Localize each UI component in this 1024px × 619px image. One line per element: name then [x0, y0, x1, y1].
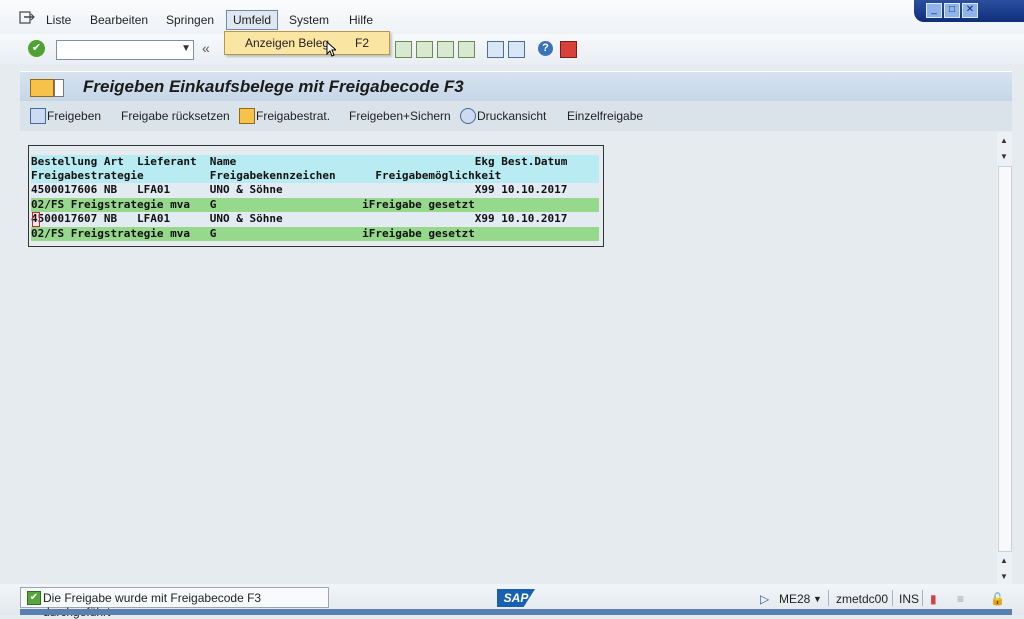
chevron-down-icon[interactable]: ▼: [181, 43, 191, 54]
page-up-icon[interactable]: ▼: [1000, 152, 1008, 161]
help-icon[interactable]: ?: [538, 41, 553, 56]
server-name: zmetdc00: [836, 592, 889, 606]
list-row[interactable]: 4500017606 NB LFA01 UNO & Söhne X99 10.1…: [31, 183, 599, 197]
lock-status-icon: ▮: [930, 592, 937, 606]
scroll-thumb[interactable]: [998, 166, 1012, 552]
menu-item-bearbeiten[interactable]: Bearbeiten: [90, 13, 148, 27]
menu-item-hilfe[interactable]: Hilfe: [349, 13, 373, 27]
new-session-icon[interactable]: [487, 41, 504, 58]
menu-item-anzeigen-beleg[interactable]: Anzeigen Beleg: [245, 36, 329, 50]
command-field[interactable]: ▼: [56, 40, 194, 60]
menu-item-system[interactable]: System: [289, 13, 329, 27]
menu-item-liste[interactable]: Liste: [46, 13, 71, 27]
page-down-icon[interactable]: ▲: [1000, 556, 1008, 565]
status-message-box[interactable]: ✔ Die Freigabe wurde mit Freigabecode F3…: [20, 587, 329, 619]
strategy-icon: [239, 108, 255, 124]
screen-title-bar: Freigeben Einkaufsbelege mit Freigabecod…: [20, 71, 1012, 102]
previous-page-icon[interactable]: [416, 41, 433, 58]
window-controls: _ □ ✕: [914, 0, 1024, 22]
enter-check-icon[interactable]: ✔: [28, 40, 45, 57]
freigabe-ruecksetzen-button[interactable]: Freigabe rücksetzen: [121, 109, 230, 123]
freigabestrat-button[interactable]: Freigabestrat.: [256, 109, 330, 123]
shortcut-icon[interactable]: [508, 41, 525, 58]
separator: [892, 590, 893, 606]
list-row[interactable]: 4500017607 NB LFA01 UNO & Söhne X99 10.1…: [31, 212, 599, 226]
separator: [922, 590, 923, 606]
scroll-up-icon[interactable]: ▲: [1000, 136, 1008, 145]
chevron-down-icon[interactable]: ▼: [813, 594, 822, 604]
success-check-icon: ✔: [27, 591, 41, 605]
document-icon: [30, 79, 54, 97]
scroll-down-icon[interactable]: ▼: [1000, 572, 1008, 581]
shortcut-label: F2: [355, 36, 370, 50]
close-icon[interactable]: ✕: [962, 3, 978, 18]
maximize-icon[interactable]: □: [944, 3, 960, 18]
list-header-1: Bestellung Art Lieferant Name Ekg Best.D…: [31, 155, 599, 169]
collapse-toolbar-icon[interactable]: «: [202, 40, 210, 56]
next-page-icon[interactable]: [437, 41, 454, 58]
unlock-icon: [30, 108, 46, 124]
menu-icon[interactable]: [19, 11, 35, 24]
freigeben-button[interactable]: Freigeben: [47, 109, 101, 123]
list-row[interactable]: 02/FS Freigstrategie mva G iFreigabe ges…: [31, 227, 599, 241]
window-bottom-border: [20, 609, 1012, 615]
list-row[interactable]: 02/FS Freigstrategie mva G iFreigabe ges…: [31, 198, 599, 212]
unlock-icon[interactable]: 🔓: [990, 592, 1005, 606]
page-icon: [54, 79, 64, 97]
separator: [828, 590, 829, 606]
release-list: Bestellung Art Lieferant Name Ekg Best.D…: [28, 145, 604, 247]
transaction-code: ME28: [779, 592, 811, 606]
connection-icon: ≡: [957, 592, 965, 606]
first-page-icon[interactable]: [395, 41, 412, 58]
menu-bar: Liste Bearbeiten Springen Umfeld System …: [0, 0, 1024, 34]
mouse-cursor-icon: [326, 41, 336, 57]
druckansicht-button[interactable]: Druckansicht: [477, 109, 546, 123]
layout-menu-icon[interactable]: [560, 41, 577, 58]
application-toolbar: Freigeben Freigabe rücksetzen Freigabest…: [20, 101, 1012, 131]
print-preview-icon: [460, 108, 476, 124]
minimize-icon[interactable]: _: [926, 3, 942, 18]
text-cursor: [32, 212, 40, 227]
einzelfreigabe-button[interactable]: Einzelfreigabe: [567, 109, 643, 123]
freigeben-sichern-button[interactable]: Freigeben+Sichern: [349, 109, 451, 123]
menu-item-umfeld[interactable]: Umfeld: [226, 10, 279, 30]
page-title: Freigeben Einkaufsbelege mit Freigabecod…: [83, 77, 464, 96]
list-header-2: Freigabestrategie Freigabekennzeichen Fr…: [31, 169, 599, 183]
insert-mode: INS: [899, 592, 920, 606]
vertical-scrollbar[interactable]: ▲ ▼ ▲ ▼: [997, 132, 1012, 584]
umfeld-dropdown-menu: Anzeigen Beleg F2: [224, 31, 390, 55]
menu-item-springen[interactable]: Springen: [166, 13, 214, 27]
last-page-icon[interactable]: [458, 41, 475, 58]
play-icon[interactable]: ▷: [760, 592, 769, 606]
